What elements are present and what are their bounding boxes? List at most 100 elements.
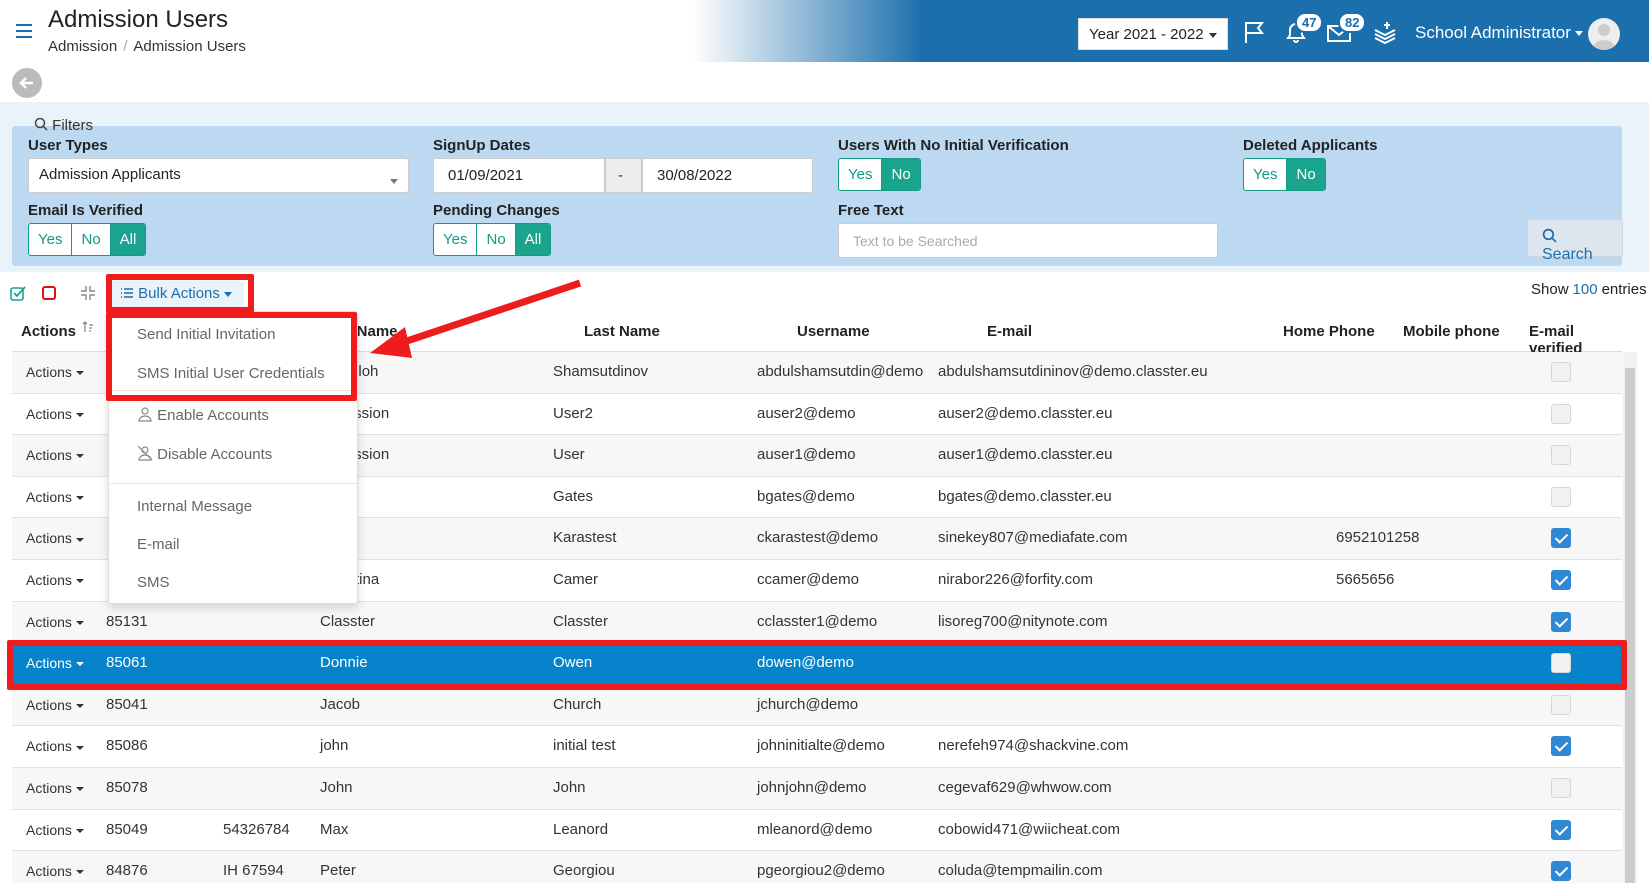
table-row[interactable]: Actions 85041 Jacob Church jchurch@demo (12, 684, 1622, 727)
row-actions-button[interactable]: Actions (26, 489, 84, 505)
pending-all[interactable]: All (515, 224, 551, 255)
scrollbar-thumb[interactable] (1625, 368, 1635, 883)
collapse-icon[interactable] (80, 285, 96, 301)
email-verified-no[interactable]: No (72, 224, 111, 255)
col-last-name[interactable]: Last Name (584, 323, 660, 340)
row-actions-button[interactable]: Actions (26, 614, 84, 630)
date-range-separator: - (605, 158, 642, 193)
row-actions-button[interactable]: Actions (26, 447, 84, 463)
row-actions-button[interactable]: Actions (26, 572, 84, 588)
no-verification-yes[interactable]: Yes (839, 159, 883, 190)
search-button-label: Search (1542, 246, 1593, 263)
search-button[interactable]: Search (1527, 219, 1623, 263)
bell-icon[interactable]: 47 (1283, 12, 1324, 44)
deleted-no[interactable]: No (1287, 159, 1325, 190)
signup-from-input[interactable]: 01/09/2021 (433, 158, 605, 193)
table-row[interactable]: Actions 85078 John John johnjohn@demo cegevaf… (12, 768, 1622, 810)
row-actions-button[interactable]: Actions (26, 697, 84, 713)
deleted-yes[interactable]: Yes (1244, 159, 1288, 190)
user-slash-icon (137, 445, 153, 461)
email-verified-checkbox (1551, 694, 1571, 715)
chevron-down-icon (75, 412, 84, 417)
user-icon (138, 407, 152, 422)
chevron-down-icon (75, 620, 84, 625)
user-types-select[interactable]: Admission Applicants (28, 158, 409, 193)
cell-email: abdulshamsutdininov@demo.classter.eu (938, 363, 1208, 380)
cell-id: 85131 (106, 612, 148, 630)
no-verification-toggle: Yes No (838, 158, 921, 191)
menu-email[interactable]: E-mail (137, 536, 180, 553)
col-mobile-phone[interactable]: Mobile phone (1403, 323, 1500, 340)
free-text-label: Free Text (838, 202, 904, 219)
table-row[interactable]: Actions 85049 54326784 Max Leanord mleanord@d… (12, 810, 1622, 852)
pending-changes-label: Pending Changes (433, 202, 560, 219)
row-actions-button[interactable]: Actions (26, 530, 84, 546)
col-actions[interactable]: Actions (21, 323, 76, 340)
pending-no[interactable]: No (477, 224, 516, 255)
chevron-down-icon (75, 579, 84, 584)
email-verified-checkbox (1551, 362, 1571, 382)
back-button[interactable] (12, 68, 42, 98)
cell-first-name: john (320, 737, 349, 755)
cell-username: bgates@demo (757, 487, 855, 505)
table-scrollbar[interactable] (1623, 352, 1637, 883)
row-actions-label: Actions (26, 738, 72, 755)
flag-icon[interactable] (1242, 20, 1268, 44)
cell-first-name: John (320, 779, 353, 796)
breadcrumb-admission[interactable]: Admission (48, 38, 117, 55)
table-row[interactable]: Actions 85086 john initial test johninitialt… (12, 726, 1622, 768)
avatar[interactable] (1588, 18, 1620, 50)
chevron-down-icon (75, 745, 84, 750)
cell-email: nerefeh974@shackvine.com (938, 737, 1129, 755)
col-email[interactable]: E-mail (987, 323, 1032, 340)
cell-last-name: John (553, 779, 586, 796)
row-actions-button[interactable]: Actions (26, 863, 84, 879)
menu-enable-accounts[interactable]: Enable Accounts (137, 406, 269, 424)
free-text-input[interactable]: Text to be Searched (838, 223, 1218, 258)
cell-first-name: Max (320, 820, 349, 838)
entries-count-select[interactable]: 100 (1573, 281, 1598, 298)
col-username[interactable]: Username (797, 323, 870, 340)
email-verified-yes[interactable]: Yes (29, 224, 73, 255)
menu-sms[interactable]: SMS (137, 574, 170, 591)
menu-internal-message[interactable]: Internal Message (137, 498, 252, 515)
messages-badge: 82 (1338, 12, 1367, 33)
user-menu[interactable]: School Administrator (1415, 23, 1583, 43)
row-actions-button[interactable]: Actions (26, 406, 84, 422)
chevron-down-icon (75, 870, 84, 875)
annotation-highlight-bulk-actions (106, 274, 254, 313)
table-row[interactable]: Actions 84876 IH 67594 Peter Georgiou pgeorgi… (12, 851, 1622, 883)
year-select[interactable]: Year 2021 - 2022 (1078, 18, 1228, 50)
no-verification-no[interactable]: No (882, 159, 920, 190)
deselect-all-icon[interactable] (41, 285, 57, 301)
menu-disable-accounts[interactable]: Disable Accounts (137, 445, 272, 463)
annotation-highlight-selected-row (7, 640, 1627, 690)
email-verified-toggle: Yes No All (28, 223, 147, 256)
row-actions-button[interactable]: Actions (26, 822, 84, 838)
row-actions-label: Actions (26, 364, 72, 380)
row-actions-label: Actions (26, 530, 72, 547)
deleted-applicants-toggle: Yes No (1243, 158, 1326, 191)
row-actions-label: Actions (26, 780, 72, 796)
col-home-phone[interactable]: Home Phone (1283, 323, 1375, 340)
row-actions-label: Actions (26, 613, 72, 630)
signup-to-input[interactable]: 30/08/2022 (642, 158, 813, 193)
menu-icon[interactable] (16, 24, 32, 38)
select-all-icon[interactable] (10, 285, 26, 301)
annotation-highlight-menu-items (106, 312, 357, 401)
breadcrumb-current: Admission Users (133, 38, 246, 55)
row-actions-button[interactable]: Actions (26, 364, 84, 380)
layers-icon[interactable] (1372, 20, 1398, 45)
cell-username: jchurch@demo (757, 695, 859, 713)
chevron-down-icon (75, 454, 84, 459)
cell-id: 85078 (106, 779, 148, 796)
table-row[interactable]: Actions 85131 Classter Classter cclasster1@d… (12, 601, 1622, 644)
mail-icon[interactable]: 82 (1326, 12, 1367, 44)
email-verified-all[interactable]: All (110, 224, 146, 255)
sort-icon[interactable] (82, 320, 94, 337)
pending-yes[interactable]: Yes (434, 224, 478, 255)
row-actions-button[interactable]: Actions (26, 738, 84, 754)
chevron-down-icon (390, 179, 398, 184)
cell-email: auser2@demo.classter.eu (938, 404, 1113, 422)
row-actions-button[interactable]: Actions (26, 780, 84, 796)
